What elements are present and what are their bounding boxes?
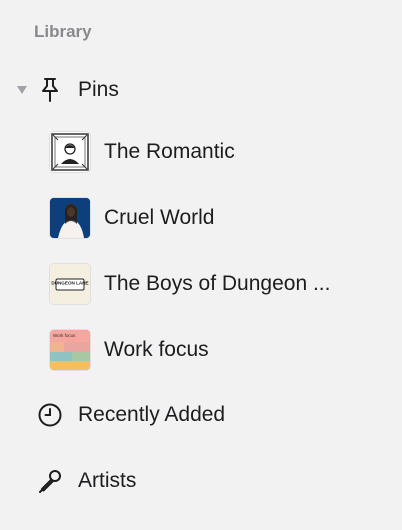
sidebar-item-label: Recently Added bbox=[78, 403, 226, 426]
album-art-the-boys-of-dungeon: DUNGEON LANE bbox=[50, 264, 90, 304]
pin-item-label: The Boys of Dungeon ... bbox=[104, 272, 331, 295]
album-art-the-romantic bbox=[50, 132, 90, 172]
disclosure-triangle-icon[interactable] bbox=[15, 83, 29, 97]
sidebar-item-label: Artists bbox=[78, 469, 137, 492]
pin-item-the-romantic[interactable]: The Romantic bbox=[0, 129, 402, 175]
clock-icon bbox=[36, 401, 64, 429]
pin-item-label: The Romantic bbox=[104, 140, 235, 163]
sidebar-item-label: Pins bbox=[78, 78, 119, 101]
playlist-art-text: Work focus bbox=[53, 333, 76, 338]
section-header-library: Library bbox=[34, 22, 92, 41]
pin-item-cruel-world[interactable]: Cruel World bbox=[0, 195, 402, 241]
sidebar-item-recently-added[interactable]: Recently Added bbox=[0, 392, 402, 438]
pin-item-the-boys-of-dungeon[interactable]: DUNGEON LANE The Boys of Dungeon ... bbox=[0, 261, 402, 307]
pin-item-label: Work focus bbox=[104, 338, 209, 361]
microphone-icon bbox=[36, 467, 64, 495]
album-art-text: DUNGEON LANE bbox=[51, 281, 88, 286]
pin-icon bbox=[36, 76, 64, 104]
library-sidebar: Library Pins The Romantic Cruel World DU… bbox=[0, 0, 402, 530]
sidebar-item-artists[interactable]: Artists bbox=[0, 458, 402, 504]
pin-item-label: Cruel World bbox=[104, 206, 215, 229]
playlist-art-work-focus: Work focus bbox=[50, 330, 90, 370]
album-art-cruel-world bbox=[50, 198, 90, 238]
sidebar-item-pins[interactable]: Pins bbox=[0, 67, 402, 113]
pin-item-work-focus[interactable]: Work focus Work focus bbox=[0, 327, 402, 373]
